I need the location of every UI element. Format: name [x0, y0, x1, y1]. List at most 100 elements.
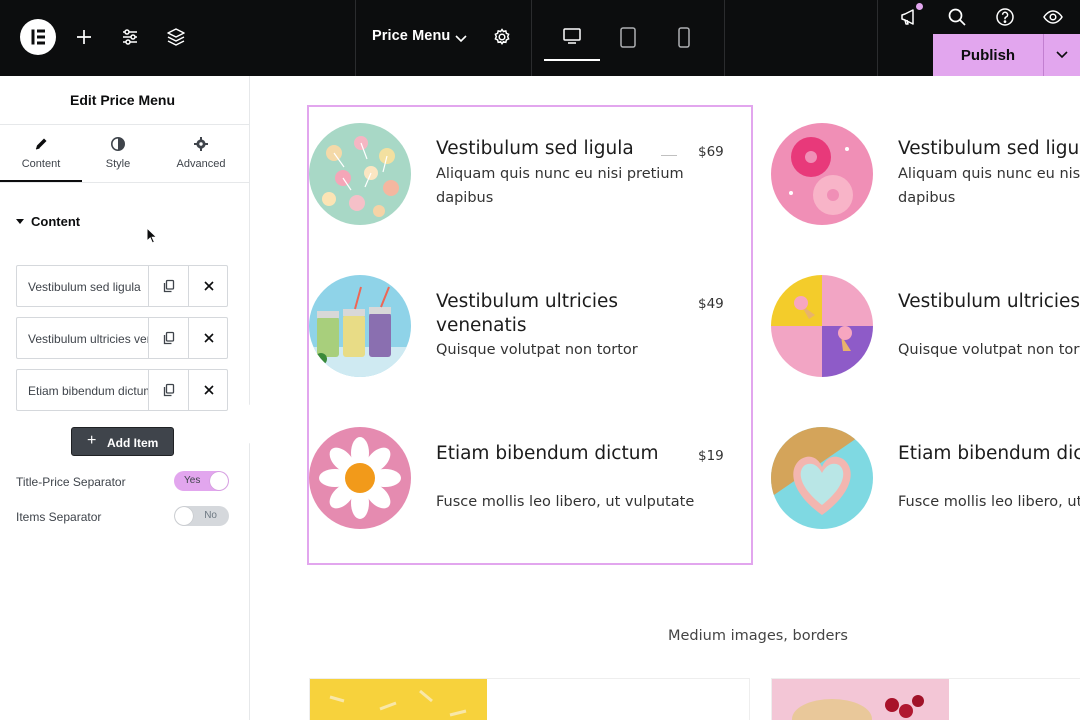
mouse-cursor-icon [146, 227, 158, 244]
close-icon [204, 281, 214, 291]
menu-item-image [309, 123, 411, 225]
menu-item-title: Vestibulum ultricies venenatis [898, 291, 1080, 312]
menu-item-description: Aliquam quis nunc eu nisi pretium dapibu… [898, 166, 1080, 206]
menu-item-price: $69 [698, 144, 724, 160]
copy-icon [163, 279, 175, 293]
plus-icon: + [87, 432, 97, 449]
price-menu-item[interactable]: Etiam bibendum dictum $19 Fusce mollis l… [309, 427, 749, 529]
desktop-view-button[interactable] [544, 16, 600, 61]
price-menu-item[interactable]: Etiam bibendum dictum Fusce mollis leo l… [771, 427, 1080, 529]
editor-panel: Edit Price Menu Content Style Advanced C… [0, 76, 250, 720]
add-item-button[interactable]: + Add Item [71, 427, 174, 456]
add-icon[interactable] [73, 26, 95, 48]
repeater-item-label: Etiam bibendum dictum [28, 384, 148, 398]
switch-state: No [204, 510, 217, 521]
site-settings-icon[interactable] [119, 26, 141, 48]
elementor-logo-icon[interactable] [20, 19, 56, 55]
remove-button[interactable] [188, 318, 228, 358]
tablet-view-button[interactable] [600, 16, 656, 60]
menu-item-title: Vestibulum sed ligula [436, 138, 634, 159]
pencil-icon [35, 138, 47, 150]
duplicate-button[interactable] [148, 370, 188, 410]
divider [877, 0, 878, 76]
menu-item-description: Aliquam quis nunc eu nisi pretium dapibu… [436, 166, 684, 206]
add-item-label: Add Item [107, 436, 159, 450]
desktop-icon [563, 28, 581, 44]
repeater-item-label: Vestibulum ultricies venenatis [28, 332, 148, 346]
card-image [772, 679, 949, 720]
gear-icon [194, 137, 208, 151]
section-caption: Medium images, borders [668, 628, 848, 644]
menu-item-image [771, 275, 873, 377]
menu-item-image [771, 123, 873, 225]
menu-item-title: Etiam bibendum dictum [898, 443, 1080, 464]
mobile-icon [678, 27, 690, 48]
divider [0, 182, 249, 183]
section-toggle-content[interactable]: Content [16, 214, 80, 229]
help-icon[interactable] [994, 6, 1016, 28]
price-menu-item[interactable]: Vestibulum ultricies venenatis $49 Quisq… [309, 275, 749, 377]
search-icon[interactable] [946, 6, 968, 28]
menu-item-title: Vestibulum ultricies venenatis [436, 291, 619, 336]
title-price-separator [661, 155, 677, 156]
menu-item-description: Fusce mollis leo libero, ut vulputate [898, 494, 1080, 510]
menu-item-description: Quisque volutpat non tortor [898, 342, 1080, 358]
control-label: Title-Price Separator [16, 475, 126, 489]
tab-label: Advanced [176, 158, 226, 170]
whats-new-icon[interactable] [899, 3, 923, 28]
publish-button[interactable]: Publish [933, 34, 1043, 76]
menu-card[interactable] [771, 678, 1080, 720]
caret-down-icon [16, 219, 24, 224]
repeater-item[interactable]: Vestibulum sed ligula [16, 265, 228, 307]
menu-item-image [309, 275, 411, 377]
menu-item-title: Vestibulum sed ligula [898, 138, 1080, 159]
switch-knob [210, 472, 228, 490]
menu-item-image [771, 427, 873, 529]
tablet-icon [620, 27, 636, 48]
title-price-separator-switch[interactable]: Yes [174, 471, 229, 491]
chevron-down-icon[interactable] [450, 27, 472, 49]
card-image [310, 679, 487, 720]
chevron-down-icon [1056, 51, 1068, 59]
switch-state: Yes [184, 475, 201, 486]
document-title[interactable]: Price Menu [372, 28, 450, 44]
duplicate-button[interactable] [148, 318, 188, 358]
tab-advanced[interactable]: Advanced [160, 136, 242, 180]
menu-item-image [309, 427, 411, 529]
preview-canvas: Vestibulum sed ligula $69 Aliquam quis n… [250, 76, 1080, 720]
divider [0, 124, 249, 125]
repeater-item[interactable]: Etiam bibendum dictum [16, 369, 228, 411]
divider [724, 0, 725, 76]
items-separator-switch[interactable]: No [174, 506, 229, 526]
price-menu-item[interactable]: Vestibulum ultricies venenatis Quisque v… [771, 275, 1080, 377]
copy-icon [163, 331, 175, 345]
duplicate-button[interactable] [148, 266, 188, 306]
close-icon [204, 333, 214, 343]
menu-card[interactable] [309, 678, 750, 720]
close-icon [204, 385, 214, 395]
tab-style[interactable]: Style [82, 136, 154, 180]
menu-item-description: Quisque volutpat non tortor [436, 342, 638, 358]
notification-dot [916, 3, 923, 10]
divider [355, 0, 356, 76]
menu-item-price: $49 [698, 296, 724, 312]
repeater-item-label: Vestibulum sed ligula [28, 280, 141, 294]
menu-item-title: Etiam bibendum dictum [436, 443, 659, 464]
control-label: Items Separator [16, 510, 102, 524]
top-bar: Price Menu Publish [0, 0, 1080, 76]
settings-gear-icon[interactable] [491, 26, 513, 48]
panel-title: Edit Price Menu [69, 92, 176, 108]
preview-eye-icon[interactable] [1042, 6, 1064, 28]
price-menu-item[interactable]: Vestibulum sed ligula $69 Aliquam quis n… [309, 123, 749, 225]
layers-icon[interactable] [165, 26, 187, 48]
divider [531, 0, 532, 76]
price-menu-item[interactable]: Vestibulum sed ligula Aliquam quis nunc … [771, 123, 1080, 225]
remove-button[interactable] [188, 266, 228, 306]
mobile-view-button[interactable] [656, 16, 712, 60]
repeater-item[interactable]: Vestibulum ultricies venenatis [16, 317, 228, 359]
section-title: Content [31, 214, 81, 229]
tab-content[interactable]: Content [0, 136, 82, 182]
switch-knob [175, 507, 193, 525]
publish-options-button[interactable] [1043, 34, 1080, 76]
remove-button[interactable] [188, 370, 228, 410]
